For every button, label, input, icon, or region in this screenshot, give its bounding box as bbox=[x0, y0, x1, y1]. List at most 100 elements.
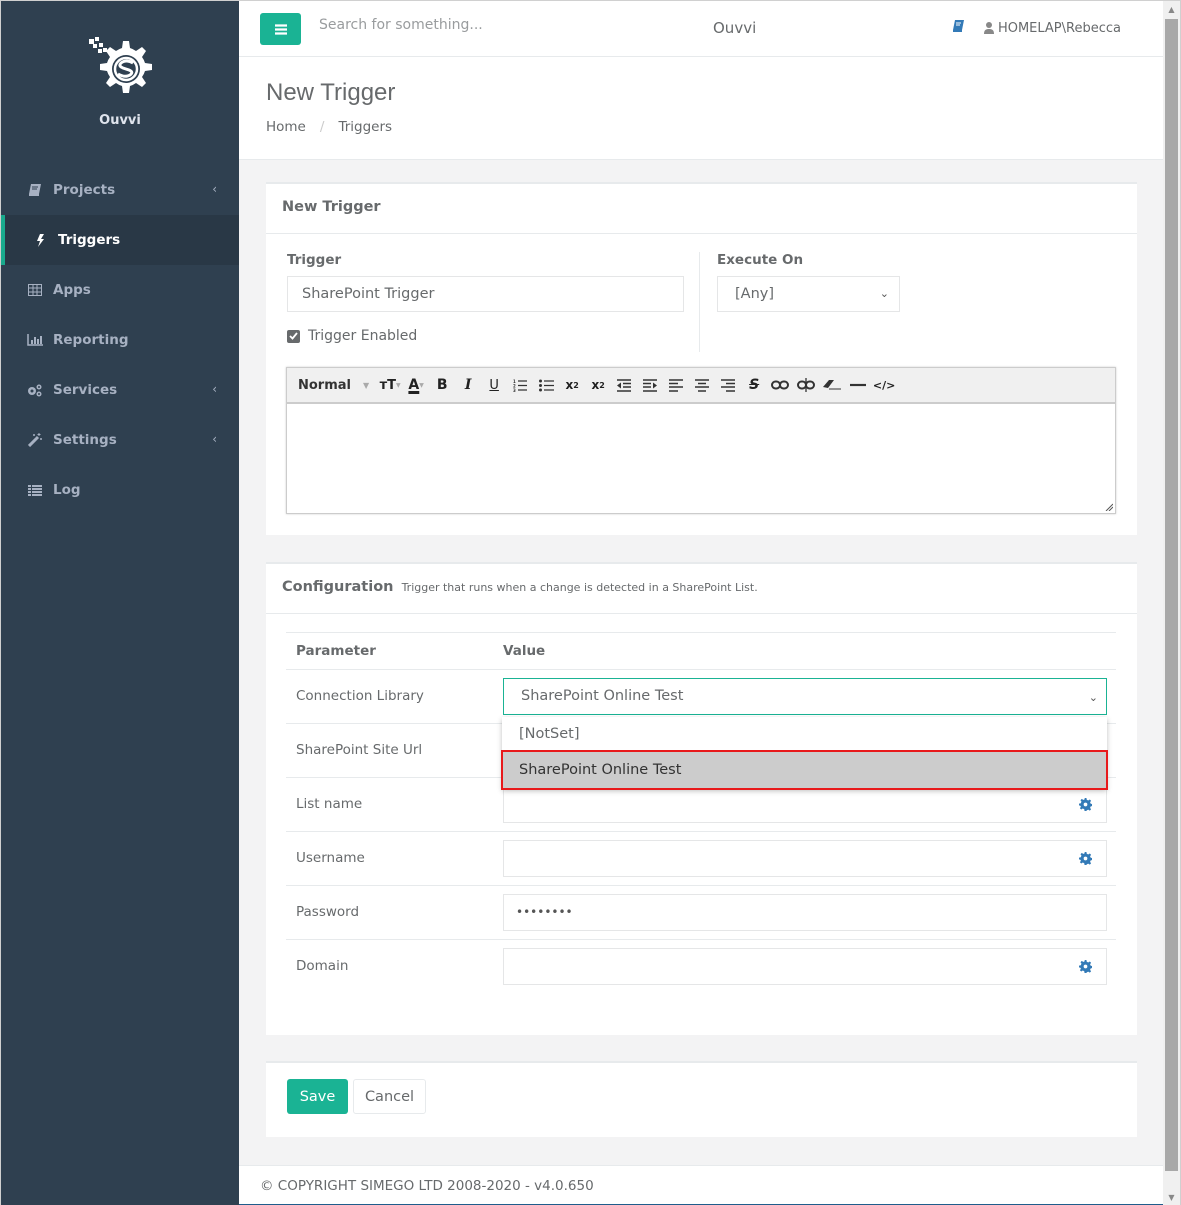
footer: © COPYRIGHT SIMEGO LTD 2008-2020 - v4.0.… bbox=[239, 1165, 1165, 1205]
dropdown-caret-icon: ▼ bbox=[363, 380, 370, 390]
bold-icon[interactable]: B bbox=[429, 374, 455, 396]
parameter-name: Username bbox=[296, 850, 365, 866]
italic-icon[interactable]: I bbox=[455, 374, 481, 396]
table-row-username: Username bbox=[286, 831, 1116, 885]
panel-title: Configuration Trigger that runs when a c… bbox=[266, 564, 1137, 614]
link-icon[interactable] bbox=[767, 374, 793, 396]
trigger-enabled-label: Trigger Enabled bbox=[308, 328, 418, 344]
column-divider bbox=[699, 252, 700, 352]
sidebar-item-services[interactable]: Services ‹ bbox=[1, 365, 239, 415]
eraser-icon[interactable] bbox=[819, 374, 845, 396]
align-center-icon[interactable] bbox=[689, 374, 715, 396]
sidebar-item-settings[interactable]: Settings ‹ bbox=[1, 415, 239, 465]
gear-icon bbox=[1079, 960, 1092, 973]
code-view-icon[interactable]: </> bbox=[871, 374, 897, 396]
sidebar-item-reporting[interactable]: Reporting bbox=[1, 315, 239, 365]
subscript-icon[interactable]: x2 bbox=[559, 374, 585, 396]
trigger-label: Trigger bbox=[287, 252, 342, 268]
user-area: HOMELAP\Rebecca bbox=[952, 20, 1121, 36]
sidebar-item-label: Reporting bbox=[53, 332, 129, 348]
align-right-icon[interactable] bbox=[715, 374, 741, 396]
menu-toggle-button[interactable] bbox=[260, 13, 301, 45]
execute-on-select[interactable]: [Any] ⌄ bbox=[717, 276, 900, 312]
sidebar-item-apps[interactable]: Apps bbox=[1, 265, 239, 315]
user-name[interactable]: HOMELAP\Rebecca bbox=[998, 21, 1121, 36]
sidebar-nav: Projects ‹ Triggers Apps Reporting Servi… bbox=[1, 165, 239, 515]
sidebar: Ouvvi Projects ‹ Triggers Apps Reporting… bbox=[1, 1, 239, 1205]
dropdown-option-sharepoint-online-test[interactable]: SharePoint Online Test bbox=[501, 750, 1108, 790]
superscript-icon[interactable]: x2 bbox=[585, 374, 611, 396]
save-button[interactable]: Save bbox=[287, 1079, 348, 1114]
outdent-icon[interactable] bbox=[611, 374, 637, 396]
sidebar-item-triggers[interactable]: Triggers bbox=[1, 215, 239, 265]
vertical-scrollbar[interactable]: ▲ ▼ bbox=[1163, 1, 1180, 1205]
trigger-enabled-checkbox[interactable]: Trigger Enabled bbox=[287, 328, 417, 344]
scrollbar-thumb[interactable] bbox=[1165, 19, 1178, 1171]
scroll-up-arrow-icon[interactable]: ▲ bbox=[1163, 1, 1180, 18]
breadcrumb-home[interactable]: Home bbox=[266, 119, 306, 135]
parameter-name: List name bbox=[296, 796, 363, 812]
documentation-book-icon[interactable] bbox=[952, 20, 964, 36]
font-color-icon[interactable]: A ▼ bbox=[403, 374, 429, 396]
hamburger-icon bbox=[274, 23, 287, 35]
bar-chart-icon bbox=[27, 333, 43, 347]
unlink-icon[interactable] bbox=[793, 374, 819, 396]
table-row-password: Password •••••••• bbox=[286, 885, 1116, 939]
search-input[interactable] bbox=[319, 17, 619, 33]
domain-settings-button[interactable] bbox=[1065, 948, 1107, 985]
parameter-name: Password bbox=[296, 904, 360, 920]
list-name-input[interactable] bbox=[503, 786, 1066, 823]
sidebar-item-projects[interactable]: Projects ‹ bbox=[1, 165, 239, 215]
parameter-name: SharePoint Site Url bbox=[296, 742, 423, 758]
actions-panel: Save Cancel bbox=[266, 1061, 1137, 1137]
sidebar-item-label: Triggers bbox=[58, 232, 121, 248]
table-row-domain: Domain bbox=[286, 939, 1116, 993]
resize-handle-icon[interactable] bbox=[1105, 503, 1113, 511]
breadcrumb-triggers: Triggers bbox=[338, 119, 393, 135]
cancel-button[interactable]: Cancel bbox=[353, 1079, 426, 1114]
configuration-panel: Configuration Trigger that runs when a c… bbox=[266, 562, 1137, 1035]
configuration-subtitle: Trigger that runs when a change is detec… bbox=[401, 581, 758, 594]
connection-library-select[interactable]: SharePoint Online Test ⌄ bbox=[503, 678, 1107, 715]
chevron-down-icon: ⌄ bbox=[879, 287, 889, 300]
chevron-down-icon: ⌄ bbox=[1088, 691, 1098, 704]
sidebar-item-label: Settings bbox=[53, 432, 117, 448]
editor-toolbar: Normal ▼ ᴛT ▼ A ▼ B I U 123 x2 x2 S </> bbox=[287, 368, 1115, 404]
table-icon bbox=[27, 283, 43, 297]
username-input[interactable] bbox=[503, 840, 1066, 877]
password-input[interactable]: •••••••• bbox=[503, 894, 1107, 931]
align-left-icon[interactable] bbox=[663, 374, 689, 396]
domain-input[interactable] bbox=[503, 948, 1066, 985]
execute-on-value: [Any] bbox=[735, 286, 775, 302]
chevron-left-icon: ‹ bbox=[212, 182, 217, 196]
page-header: New Trigger Home / Triggers bbox=[239, 57, 1165, 160]
logo: Ouvvi bbox=[1, 1, 239, 161]
app-title: Ouvvi bbox=[713, 19, 757, 37]
parameter-name: Domain bbox=[296, 958, 349, 974]
breadcrumb: Home / Triggers bbox=[266, 119, 392, 135]
editor-content-area[interactable] bbox=[287, 404, 1115, 512]
font-size-icon[interactable]: ᴛT ▼ bbox=[377, 374, 403, 396]
table-row-connection-library: Connection Library SharePoint Online Tes… bbox=[286, 669, 1116, 723]
list-name-settings-button[interactable] bbox=[1065, 786, 1107, 823]
rich-text-editor: Normal ▼ ᴛT ▼ A ▼ B I U 123 x2 x2 S </> bbox=[286, 367, 1116, 514]
indent-icon[interactable] bbox=[637, 374, 663, 396]
underline-icon[interactable]: U bbox=[481, 374, 507, 396]
unordered-list-icon[interactable] bbox=[533, 374, 559, 396]
scroll-down-arrow-icon[interactable]: ▼ bbox=[1163, 1189, 1180, 1205]
table-header: Parameter Value bbox=[286, 632, 1116, 669]
strikethrough-icon[interactable]: S bbox=[741, 374, 767, 396]
cogs-icon bbox=[27, 383, 43, 397]
checkbox-checked-icon[interactable] bbox=[287, 329, 300, 343]
horizontal-rule-icon[interactable] bbox=[845, 374, 871, 396]
format-dropdown[interactable]: Normal ▼ bbox=[298, 378, 369, 393]
sidebar-item-label: Log bbox=[53, 482, 81, 498]
gear-icon bbox=[1079, 852, 1092, 865]
chevron-left-icon: ‹ bbox=[212, 432, 217, 446]
sidebar-item-log[interactable]: Log bbox=[1, 465, 239, 515]
configuration-title: Configuration bbox=[282, 579, 394, 595]
dropdown-option-notset[interactable]: [NotSet] bbox=[502, 717, 1107, 751]
ordered-list-icon[interactable]: 123 bbox=[507, 374, 533, 396]
trigger-name-input[interactable] bbox=[287, 276, 684, 312]
username-settings-button[interactable] bbox=[1065, 840, 1107, 877]
